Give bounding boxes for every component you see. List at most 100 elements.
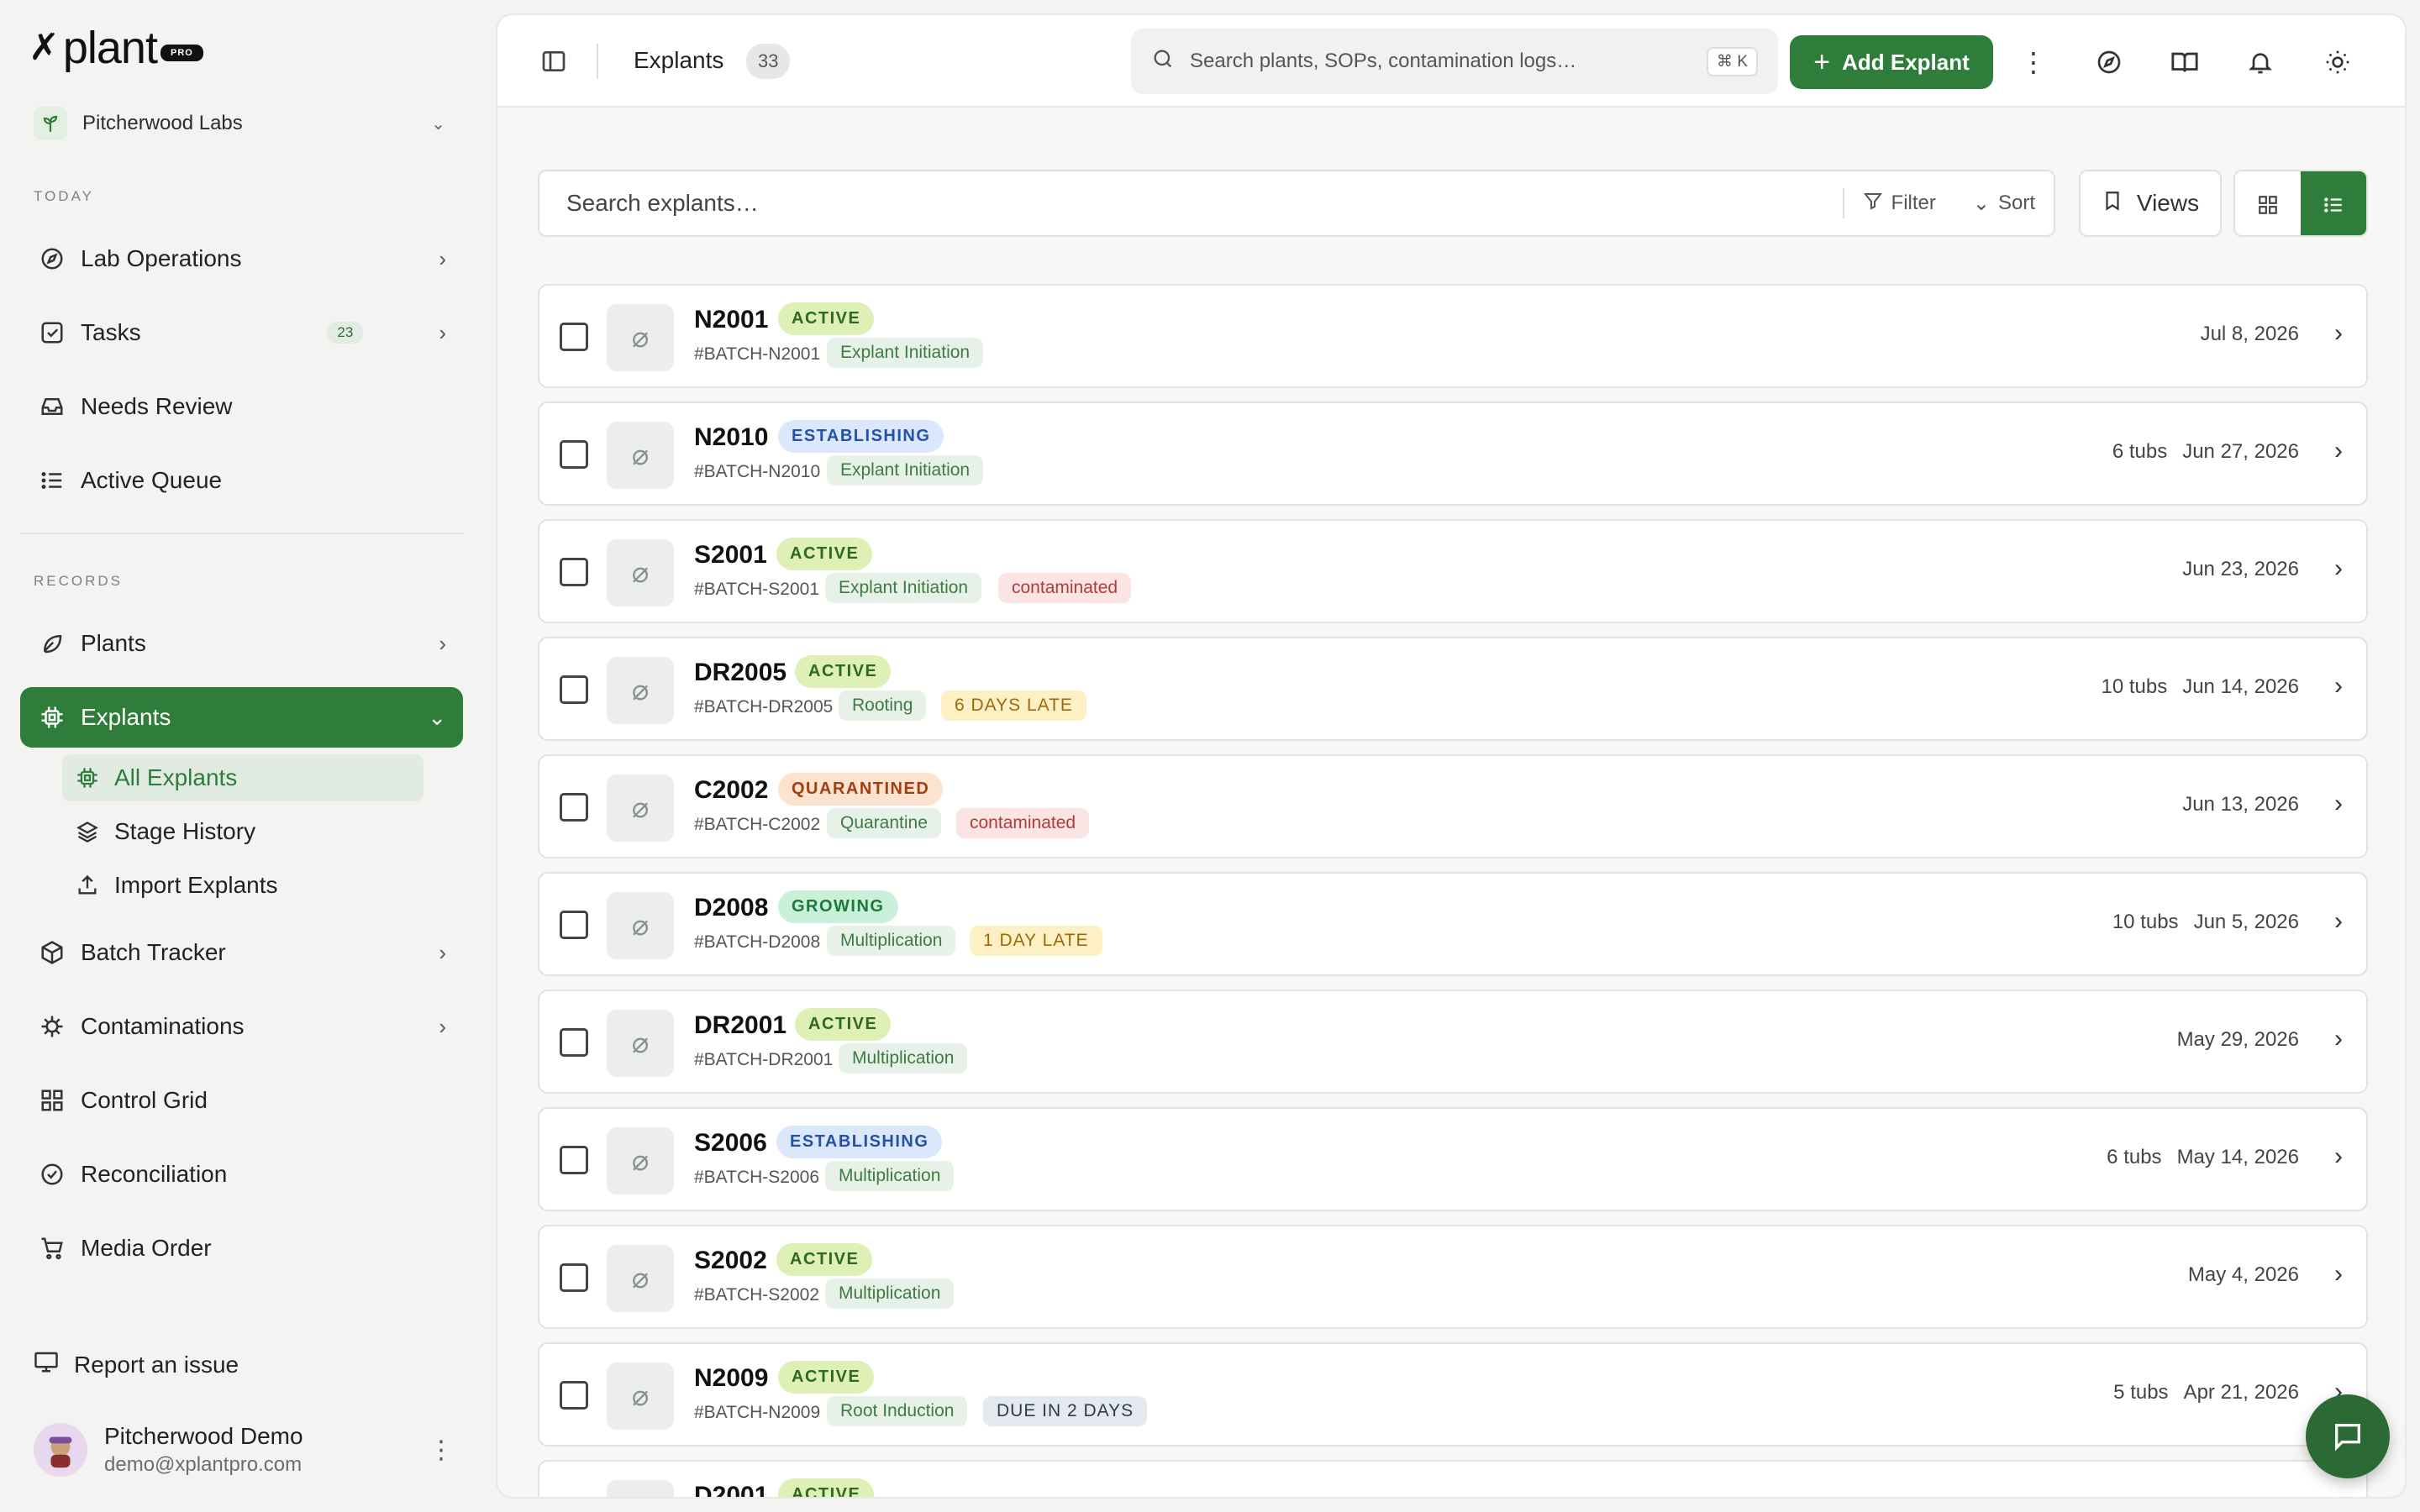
global-search-input[interactable] [1190, 50, 1707, 73]
row-meta: 5 tubs Apr 21, 2026 [2113, 1381, 2299, 1404]
row-checkbox[interactable] [560, 1146, 588, 1174]
row-tubs: 5 tubs [2113, 1381, 2169, 1404]
row-date: Jun 14, 2026 [2182, 675, 2299, 698]
sidebar-item-media-order[interactable]: Media Order [20, 1218, 463, 1278]
search-icon [1151, 47, 1175, 76]
row-checkbox[interactable] [560, 675, 588, 704]
row-checkbox[interactable] [560, 911, 588, 939]
list-item[interactable]: ⌀ N2009 ACTIVE #BATCH-N2009 Root Inducti… [538, 1342, 2368, 1446]
stage-tag: Rooting [839, 690, 927, 721]
chevron-right-icon: › [2334, 1260, 2343, 1288]
brand-logo[interactable]: ✗ plant PRO [29, 25, 203, 71]
row-meta: 10 tubs Jun 14, 2026 [2101, 675, 2299, 699]
row-date: May 4, 2026 [2187, 1263, 2299, 1286]
status-badge: ACTIVE [795, 1008, 892, 1041]
sidebar-subitem-import-explants[interactable]: Import Explants [62, 862, 424, 909]
list-view-icon[interactable] [2301, 171, 2366, 235]
list-item[interactable]: ⌀ DR2001 ACTIVE #BATCH-DR2001 Multiplica… [538, 990, 2368, 1094]
inbox-icon [37, 394, 67, 419]
sidebar-item-batch-tracker[interactable]: Batch Tracker › [20, 922, 463, 983]
sidebar-item-label: Lab Operations [81, 245, 242, 271]
chevron-right-icon: › [2334, 907, 2343, 935]
views-button[interactable]: Views [2079, 170, 2222, 237]
list-item[interactable]: ⌀ C2002 QUARANTINED #BATCH-C2002 Quarant… [538, 754, 2368, 858]
org-name: Pitcherwood Labs [82, 112, 243, 134]
late-tag: 1 DAY LATE [970, 926, 1102, 956]
book-icon[interactable] [2168, 45, 2202, 79]
filter-button[interactable]: Filter [1844, 191, 1954, 217]
sidebar-subitem-label: Import Explants [114, 872, 278, 898]
stage-tag: Multiplication [827, 926, 956, 956]
pipette-icon: ⌀ [607, 657, 674, 724]
sidebar-subitem-stage-history[interactable]: Stage History [62, 808, 424, 855]
filter-label: Filter [1891, 192, 1936, 214]
row-checkbox[interactable] [560, 793, 588, 822]
more-vertical-icon[interactable]: ⋮ [2017, 45, 2050, 79]
sidebar: ✗ plant PRO Pitcherwood Labs ⌄ TODAY Lab… [0, 0, 483, 1512]
row-tubs: 10 tubs [2101, 675, 2168, 698]
stage-tag: Quarantine [827, 808, 941, 838]
row-meta: Jun 23, 2026 [2167, 558, 2299, 581]
user-email: demo@xplantpro.com [104, 1453, 302, 1476]
list-item[interactable]: ⌀ N2001 ACTIVE #BATCH-N2001 Explant Init… [538, 284, 2368, 388]
sidebar-item-label: Explants [81, 704, 171, 730]
sidebar-item-plants[interactable]: Plants › [20, 613, 463, 674]
sidebar-item-active-queue[interactable]: Active Queue [20, 450, 463, 511]
explant-search-input[interactable] [566, 190, 1843, 217]
explant-count-badge: 33 [746, 44, 791, 79]
row-checkbox[interactable] [560, 1028, 588, 1057]
sidebar-item-label: Reconciliation [81, 1161, 228, 1187]
row-checkbox[interactable] [560, 440, 588, 469]
sidebar-item-control-grid[interactable]: Control Grid [20, 1070, 463, 1131]
stage-tag: Explant Initiation [827, 338, 984, 368]
org-switcher[interactable]: Pitcherwood Labs ⌄ [34, 102, 445, 144]
status-badge: QUARANTINED [778, 773, 944, 806]
row-checkbox[interactable] [560, 1263, 588, 1292]
status-badge: ESTABLISHING [776, 1126, 943, 1158]
list-item[interactable]: ⌀ S2002 ACTIVE #BATCH-S2002 Multiplicati… [538, 1225, 2368, 1329]
sort-button[interactable]: ⌄ Sort [1954, 192, 2054, 216]
sidebar-item-contaminations[interactable]: Contaminations › [20, 996, 463, 1057]
grid-view-icon[interactable] [2235, 171, 2301, 235]
row-checkbox[interactable] [560, 1381, 588, 1410]
bell-icon[interactable] [2244, 45, 2277, 79]
add-explant-button[interactable]: + Add Explant [1790, 35, 1993, 89]
row-checkbox[interactable] [560, 558, 588, 586]
compass-icon [37, 246, 67, 271]
user-menu[interactable]: Pitcherwood Demo demo@xplantpro.com ⋮ [34, 1418, 454, 1482]
row-tubs: 6 tubs [2112, 440, 2168, 463]
row-checkbox[interactable] [560, 323, 588, 351]
compass-icon[interactable] [2092, 45, 2126, 79]
list-item[interactable]: ⌀ S2001 ACTIVE #BATCH-S2001 Explant Init… [538, 519, 2368, 623]
list-item[interactable]: ⌀ S2006 ESTABLISHING #BATCH-S2006 Multip… [538, 1107, 2368, 1211]
list-item[interactable]: ⌀ N2010 ESTABLISHING #BATCH-N2010 Explan… [538, 402, 2368, 506]
sidebar-subitem-all-explants[interactable]: All Explants [62, 754, 424, 801]
list-item[interactable]: ⌀ D2008 GROWING #BATCH-D2008 Multiplicat… [538, 872, 2368, 976]
global-search[interactable]: ⌘ K [1131, 29, 1778, 94]
sidebar-subitem-label: Stage History [114, 818, 256, 844]
row-date: Jun 27, 2026 [2182, 440, 2299, 463]
sidebar-item-lab-operations[interactable]: Lab Operations › [20, 228, 463, 289]
chip-icon [37, 705, 67, 730]
leaf-icon [37, 631, 67, 656]
main-panel: Explants 33 ⌘ K + Add Explant ⋮ [496, 13, 2407, 1499]
chevron-right-icon: › [439, 319, 446, 345]
more-vertical-icon[interactable]: ⋮ [429, 1436, 454, 1465]
sidebar-item-tasks[interactable]: Tasks 23 › [20, 302, 463, 363]
sidebar-toggle-icon[interactable] [538, 45, 570, 77]
sidebar-item-reconciliation[interactable]: Reconciliation [20, 1144, 463, 1205]
sidebar-subitem-label: All Explants [114, 764, 238, 790]
batch-id: #BATCH-N2009 [694, 1403, 821, 1422]
sidebar-item-explants[interactable]: Explants ⌄ [20, 687, 463, 748]
chevron-right-icon: › [2334, 319, 2343, 347]
pipette-icon: ⌀ [607, 539, 674, 606]
list-item[interactable]: ⌀ D2001 ACTIVE [538, 1460, 2368, 1497]
batch-id: #BATCH-S2006 [694, 1168, 820, 1187]
add-explant-label: Add Explant [1842, 49, 1970, 75]
list-item[interactable]: ⌀ DR2005 ACTIVE #BATCH-DR2005 Rooting 6 … [538, 637, 2368, 741]
report-issue-link[interactable]: Report an issue [34, 1349, 239, 1380]
chat-button[interactable] [2306, 1394, 2390, 1478]
list-icon [37, 468, 67, 493]
sidebar-item-needs-review[interactable]: Needs Review [20, 376, 463, 437]
sun-icon[interactable] [2321, 45, 2354, 79]
